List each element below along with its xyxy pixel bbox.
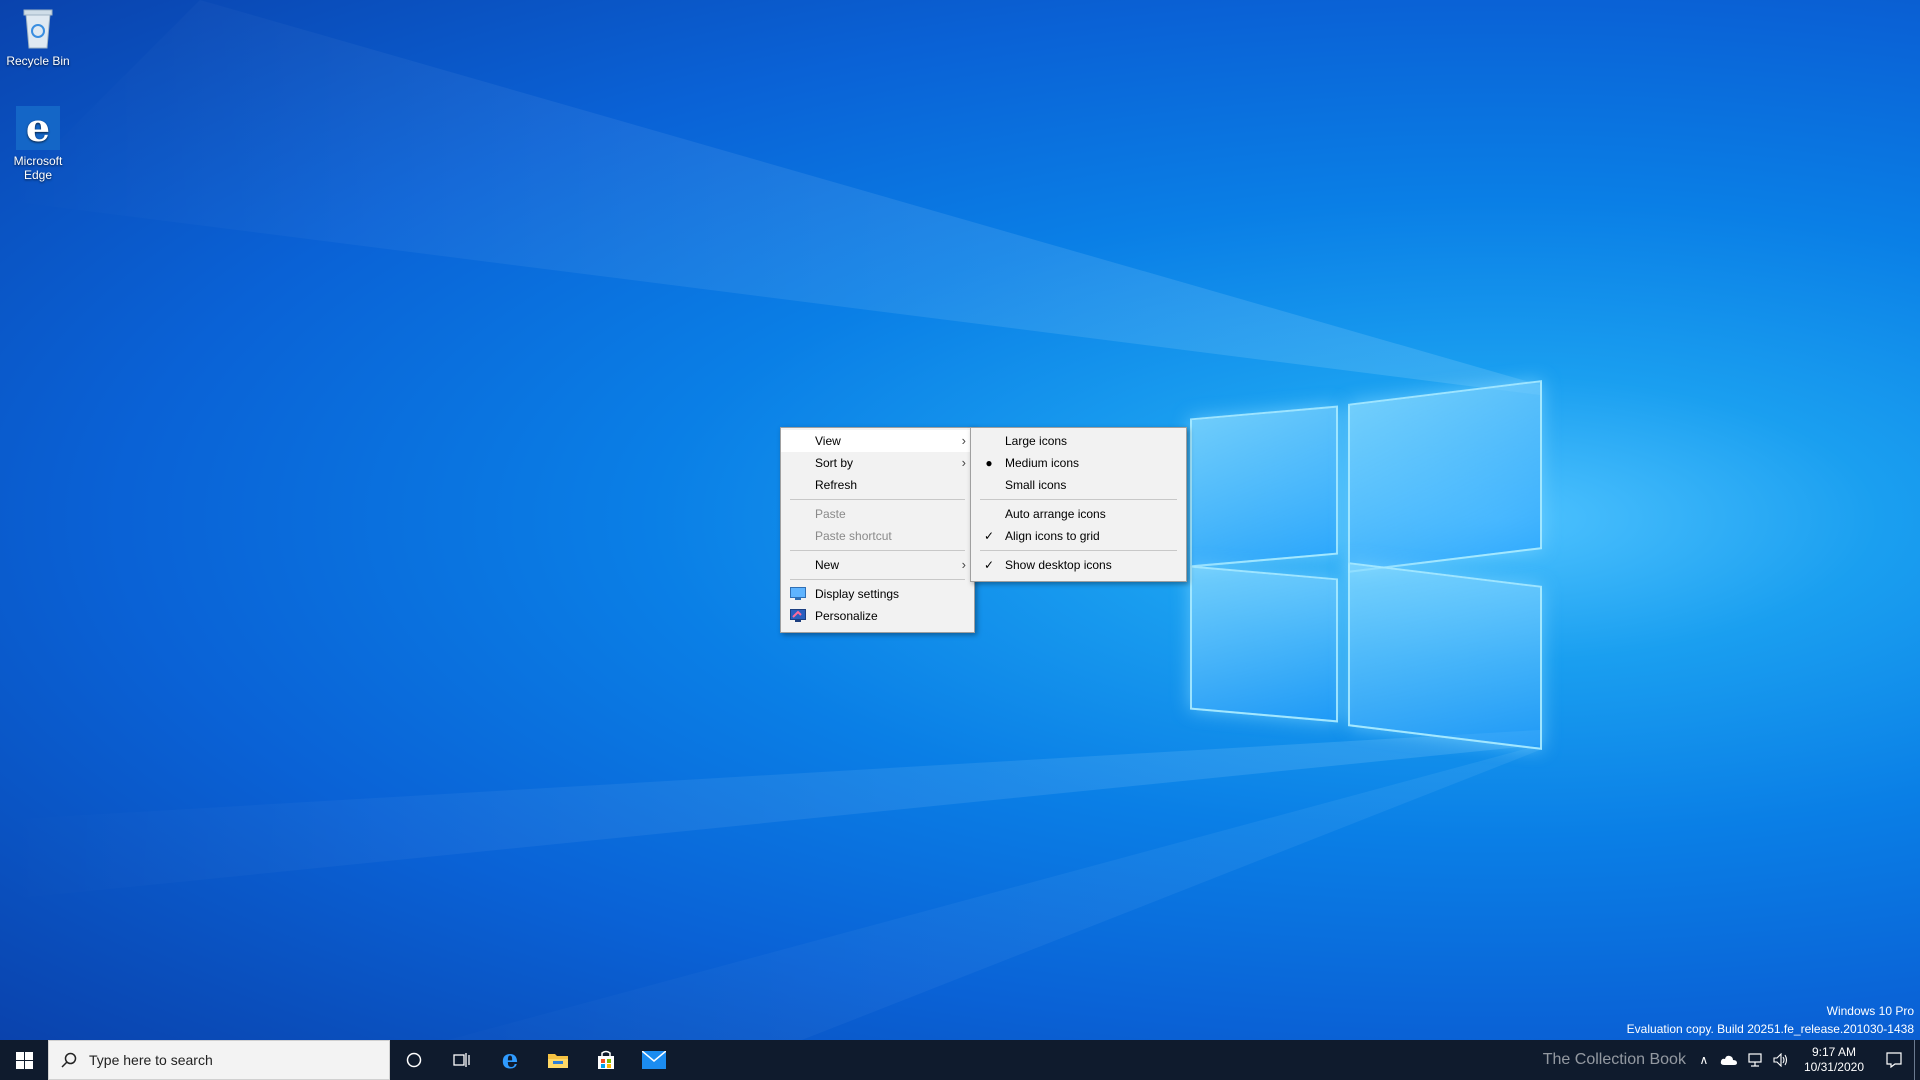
- menu-item-label: Auto arrange icons: [1005, 507, 1106, 521]
- menu-item-paste-shortcut[interactable]: Paste shortcut: [781, 525, 974, 547]
- menu-item-sort-by[interactable]: Sort by ›: [781, 452, 974, 474]
- menu-item-new[interactable]: New ›: [781, 554, 974, 576]
- menu-item-label: Refresh: [815, 478, 858, 492]
- menu-item-personalize[interactable]: Personalize: [781, 605, 974, 627]
- menu-item-align-icons-to-grid[interactable]: ✓ Align icons to grid: [971, 525, 1186, 547]
- menu-item-large-icons[interactable]: Large icons: [971, 430, 1186, 452]
- chevron-up-icon: ∧: [1699, 1053, 1709, 1067]
- checkmark-icon: ✓: [983, 529, 995, 543]
- evaluation-watermark: Windows 10 Pro Evaluation copy. Build 20…: [1627, 1002, 1914, 1038]
- show-hidden-icons-button[interactable]: ∧: [1692, 1040, 1716, 1080]
- menu-separator: [790, 579, 965, 580]
- onedrive-button[interactable]: [1716, 1040, 1742, 1080]
- action-center-button[interactable]: [1874, 1040, 1914, 1080]
- display-icon: [790, 587, 806, 600]
- cortana-button[interactable]: [390, 1040, 438, 1080]
- task-view-button[interactable]: [438, 1040, 486, 1080]
- menu-item-small-icons[interactable]: Small icons: [971, 474, 1186, 496]
- menu-item-label: Paste shortcut: [815, 529, 892, 543]
- taskbar-clock[interactable]: 9:17 AM 10/31/2020: [1794, 1045, 1874, 1075]
- menu-item-auto-arrange-icons[interactable]: Auto arrange icons: [971, 503, 1186, 525]
- taskbar-mail-button[interactable]: [630, 1040, 678, 1080]
- menu-item-label: Paste: [815, 507, 846, 521]
- menu-item-refresh[interactable]: Refresh: [781, 474, 974, 496]
- menu-item-label: Small icons: [1005, 478, 1067, 492]
- menu-item-label: Display settings: [815, 587, 900, 601]
- personalize-icon: [790, 609, 806, 622]
- desktop-icon-label: Microsoft Edge: [13, 154, 63, 182]
- checkmark-icon: ✓: [983, 558, 995, 572]
- cortana-icon: [406, 1052, 422, 1068]
- menu-item-label: Align icons to grid: [1005, 529, 1100, 543]
- chevron-right-icon: ›: [961, 455, 966, 470]
- menu-item-label: Large icons: [1005, 434, 1068, 448]
- desktop-context-menu: View › Sort by › Refresh Paste Paste sho…: [780, 427, 975, 633]
- chevron-right-icon: ›: [961, 557, 966, 572]
- view-submenu: Large icons ● Medium icons Small icons A…: [970, 427, 1187, 582]
- menu-item-paste[interactable]: Paste: [781, 503, 974, 525]
- store-icon: [598, 1050, 614, 1069]
- menu-item-label: Personalize: [815, 609, 878, 623]
- system-tray: The Collection Book ∧ 9:17 AM 10/31/2020: [1543, 1040, 1920, 1080]
- menu-separator: [980, 550, 1177, 551]
- menu-separator: [790, 550, 965, 551]
- windows-edition-text: Windows 10 Pro: [1826, 1004, 1914, 1018]
- windows-logo-wallpaper: [1190, 380, 1545, 750]
- start-button[interactable]: [0, 1040, 48, 1080]
- network-icon: [1748, 1053, 1762, 1067]
- notification-icon: [1886, 1052, 1902, 1068]
- edge-icon: e: [16, 106, 60, 150]
- taskbar: Type here to search e The Collection Boo…: [0, 1040, 1920, 1080]
- speaker-icon: [1773, 1053, 1787, 1067]
- taskbar-store-button[interactable]: [582, 1040, 630, 1080]
- task-view-icon: [453, 1053, 470, 1067]
- menu-item-show-desktop-icons[interactable]: ✓ Show desktop icons: [971, 554, 1186, 576]
- edge-icon: e: [501, 1045, 519, 1075]
- menu-item-label: View: [815, 434, 841, 448]
- desktop-icon-label: Recycle Bin: [6, 54, 70, 68]
- desktop-icon-recycle-bin[interactable]: Recycle Bin: [0, 6, 76, 68]
- menu-item-label: Show desktop icons: [1005, 558, 1112, 572]
- windows-start-icon: [15, 1051, 33, 1069]
- desktop-icon-microsoft-edge[interactable]: e Microsoft Edge: [0, 106, 76, 183]
- menu-item-label: Medium icons: [1005, 456, 1080, 470]
- menu-item-label: Sort by: [815, 456, 854, 470]
- cloud-icon: [1720, 1055, 1737, 1065]
- build-text: Evaluation copy. Build 20251.fe_release.…: [1626, 1022, 1914, 1036]
- clock-time: 9:17 AM: [1811, 1045, 1856, 1059]
- menu-item-label: New: [815, 558, 840, 572]
- taskbar-edge-button[interactable]: e: [486, 1040, 534, 1080]
- show-desktop-button[interactable]: [1914, 1040, 1920, 1080]
- radio-bullet-icon: ●: [985, 456, 993, 470]
- network-button[interactable]: [1742, 1040, 1768, 1080]
- menu-item-medium-icons[interactable]: ● Medium icons: [971, 452, 1186, 474]
- file-explorer-icon: [548, 1054, 568, 1068]
- search-icon: [61, 1052, 77, 1068]
- menu-separator: [980, 499, 1177, 500]
- chevron-right-icon: ›: [961, 433, 966, 448]
- menu-item-view[interactable]: View ›: [781, 430, 974, 452]
- overlay-brand-text: The Collection Book: [1542, 1051, 1686, 1068]
- recycle-bin-icon: [16, 6, 60, 50]
- volume-button[interactable]: [1768, 1040, 1794, 1080]
- clock-date: 10/31/2020: [1803, 1060, 1864, 1074]
- menu-separator: [790, 499, 965, 500]
- taskbar-search-box[interactable]: Type here to search: [48, 1040, 390, 1080]
- menu-item-display-settings[interactable]: Display settings: [781, 583, 974, 605]
- taskbar-file-explorer-button[interactable]: [534, 1040, 582, 1080]
- search-placeholder: Type here to search: [89, 1052, 213, 1068]
- mail-icon: [642, 1051, 666, 1069]
